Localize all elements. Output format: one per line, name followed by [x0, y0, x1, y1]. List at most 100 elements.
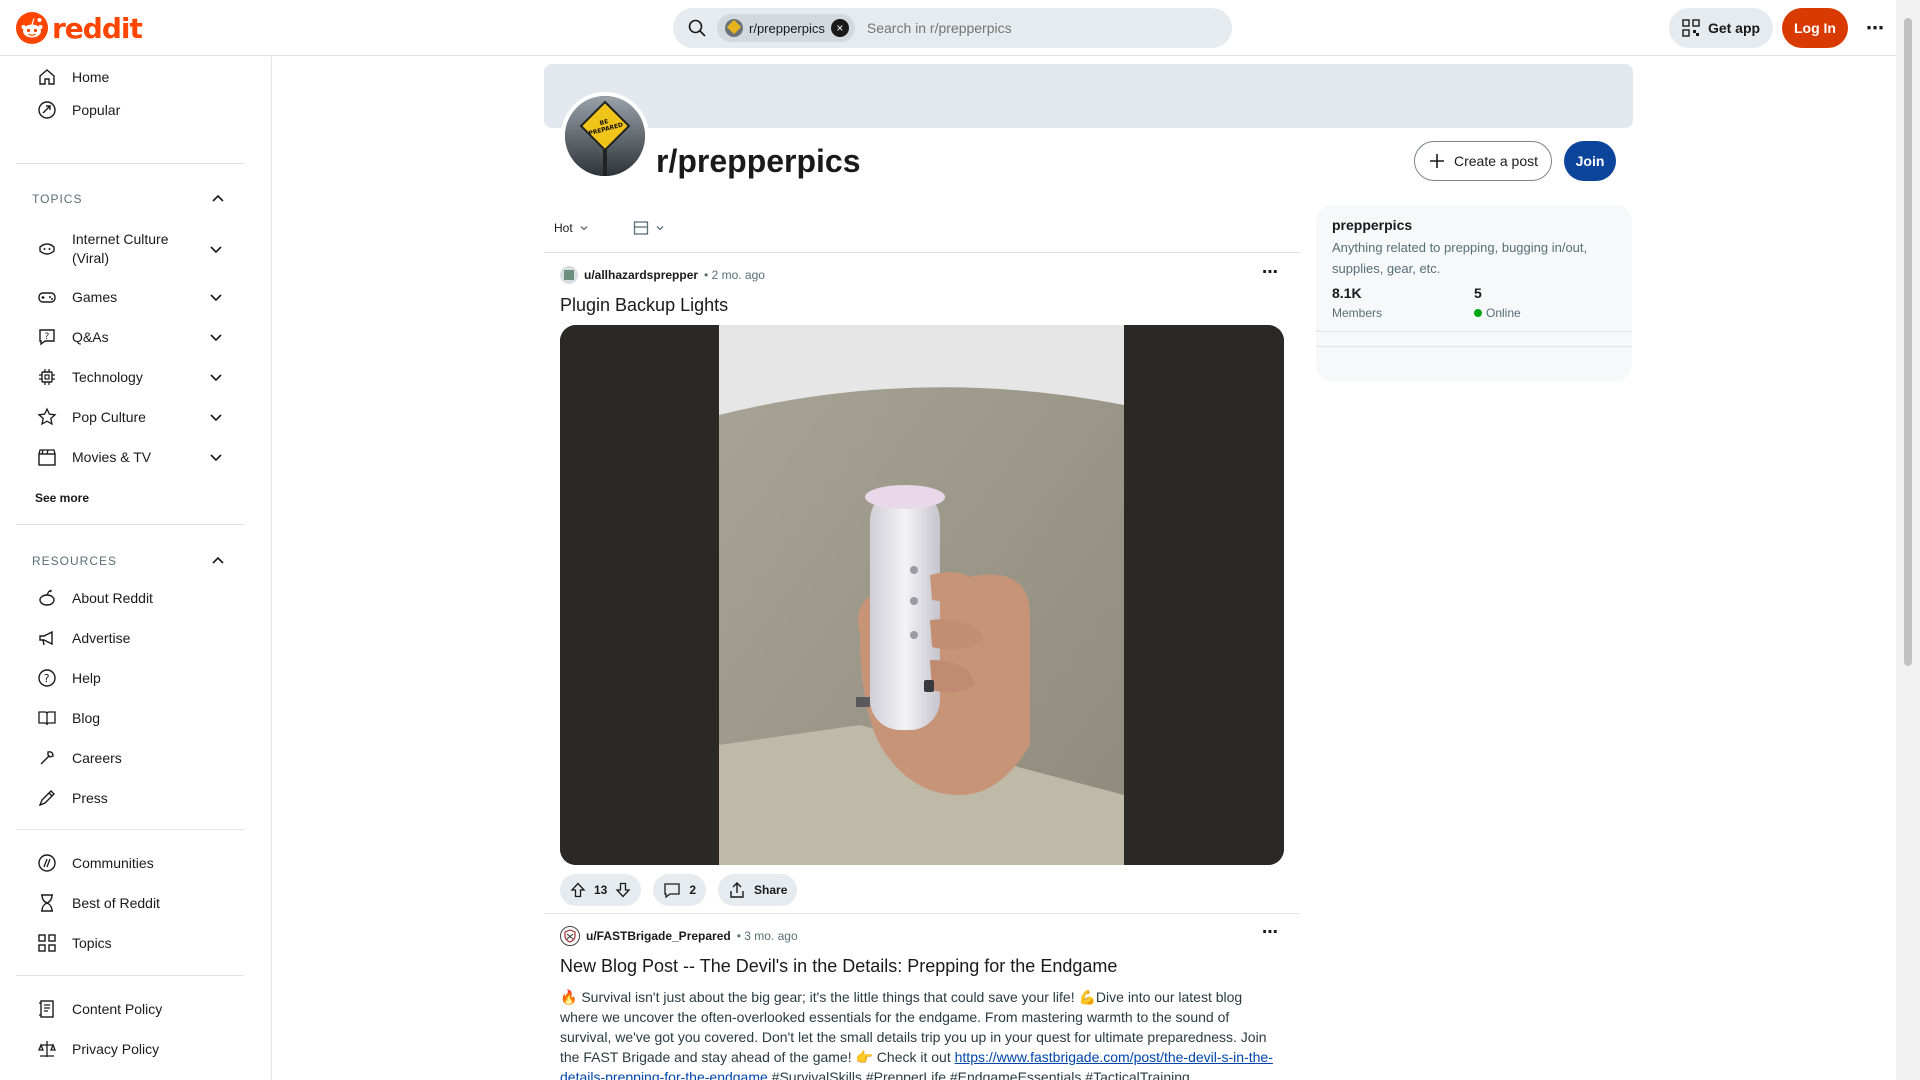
sidebar-item-press[interactable]: Press [16, 778, 244, 818]
feed-divider [544, 252, 1300, 253]
search-scope-chip[interactable]: r/prepperpics × [717, 14, 855, 42]
resources-section-title: RESOURCES [32, 554, 118, 568]
post-body: 🔥 Survival isn't just about the big gear… [560, 987, 1284, 1080]
sidebar-item-internet-culture[interactable]: Internet Culture (Viral) [16, 224, 244, 274]
sidebar-item-topics[interactable]: Topics [16, 923, 244, 963]
chevron-down-icon[interactable] [208, 329, 224, 345]
see-more-link[interactable]: See more [35, 491, 89, 505]
sidebar-item-help[interactable]: ? Help [16, 658, 244, 698]
subreddit-mini-avatar [725, 19, 743, 37]
sort-label: Hot [554, 221, 573, 235]
sidebar-item-technology[interactable]: Technology [16, 357, 244, 397]
join-button[interactable]: Join [1564, 141, 1616, 181]
vote-control: 13 [560, 874, 642, 906]
reddit-snoo-icon [16, 12, 48, 44]
sidebar-item-advertise[interactable]: Advertise [16, 618, 244, 658]
sidebar-item-label: Communities [72, 855, 154, 871]
sidebar-item-pop-culture[interactable]: Pop Culture [16, 397, 244, 437]
sort-dropdown[interactable]: Hot [544, 216, 599, 240]
sidebar-item-label: Q&As [72, 329, 109, 345]
share-label: Share [754, 883, 788, 897]
sidebar-item-qas[interactable]: ? Q&As [16, 317, 244, 357]
feed-divider [544, 913, 1300, 914]
chevron-down-icon[interactable] [208, 449, 224, 465]
sidebar-item-label: Best of Reddit [72, 895, 160, 911]
chevron-up-icon[interactable] [210, 553, 226, 569]
upvote-icon[interactable] [570, 882, 586, 898]
chevron-down-icon[interactable] [208, 369, 224, 385]
subreddit-avatar[interactable]: BE PREPARED [561, 92, 649, 180]
content-policy-icon [36, 998, 58, 1020]
qa-icon: ? [36, 326, 58, 348]
sort-bar: Hot [544, 216, 675, 240]
sidebar-item-privacy-policy[interactable]: Privacy Policy [16, 1029, 244, 1069]
games-icon [36, 286, 58, 308]
post-title[interactable]: Plugin Backup Lights [560, 295, 728, 316]
search-bar[interactable]: r/prepperpics × [673, 8, 1232, 48]
post-meta: u/allhazardsprepper • 2 mo. ago [560, 266, 765, 284]
online-count: 5 [1474, 285, 1482, 301]
sidebar-item-about-reddit[interactable]: About Reddit [16, 578, 244, 618]
user-avatar[interactable] [560, 266, 578, 284]
chevron-up-icon[interactable] [210, 191, 226, 207]
sidebar-item-games[interactable]: Games [16, 277, 244, 317]
movies-tv-icon [36, 446, 58, 468]
downvote-icon[interactable] [615, 882, 631, 898]
card-view-icon [633, 221, 648, 235]
user-avatar[interactable] [560, 926, 580, 946]
chevron-down-icon[interactable] [208, 289, 224, 305]
view-mode-dropdown[interactable] [623, 216, 675, 240]
post-author[interactable]: u/allhazardsprepper [584, 268, 698, 282]
chevron-down-icon[interactable] [208, 409, 224, 425]
popular-icon [36, 99, 58, 121]
create-post-button[interactable]: Create a post [1414, 141, 1552, 181]
comment-count: 2 [689, 883, 697, 897]
sidebar-item-content-policy[interactable]: Content Policy [16, 989, 244, 1029]
subreddit-title: r/prepperpics [656, 143, 861, 179]
topics-icon [36, 932, 58, 954]
sidebar-item-label: Topics [72, 935, 112, 951]
sidebar-item-label: Blog [72, 710, 101, 726]
search-input[interactable] [866, 20, 1207, 36]
page-scrollbar[interactable] [1896, 0, 1920, 1080]
post-time: • 3 mo. ago [736, 929, 798, 943]
sidebar-item-label: Content Policy [72, 1001, 163, 1017]
sidebar-item-best-of-reddit[interactable]: Best of Reddit [16, 883, 244, 923]
post-more-icon[interactable]: ⋯ [1262, 262, 1278, 282]
topics-section-title: TOPICS [32, 192, 83, 206]
login-button[interactable]: Log In [1782, 8, 1848, 48]
sidebar-item-label: Privacy Policy [72, 1041, 160, 1057]
topic-label-line-2: (Viral) [72, 250, 110, 266]
sidebar-item-careers[interactable]: Careers [16, 738, 244, 778]
careers-icon [36, 747, 58, 769]
top-header: reddit r/prepperpics × Get app Log In ⋯ [0, 0, 1896, 56]
clear-scope-icon[interactable]: × [830, 19, 849, 37]
sidebar-item-blog[interactable]: Blog [16, 698, 244, 738]
share-button[interactable]: Share [718, 874, 798, 906]
post-actions: 13 2 Share [560, 874, 798, 906]
scrollbar-thumb[interactable] [1904, 18, 1912, 666]
sidebar-divider [16, 524, 244, 525]
sidebar-divider [16, 829, 244, 830]
post-author[interactable]: u/FASTBrigade_Prepared [586, 929, 731, 943]
card-divider [1316, 346, 1632, 347]
community-name: prepperpics [1332, 217, 1413, 233]
comments-button[interactable]: 2 [653, 874, 707, 906]
about-reddit-icon [36, 587, 58, 609]
community-description: Anything related to prepping, bugging in… [1332, 240, 1588, 276]
chevron-down-icon[interactable] [208, 241, 224, 257]
sidebar-item-popular[interactable]: Popular [16, 90, 244, 130]
get-app-button[interactable]: Get app [1669, 8, 1773, 48]
sidebar-item-label: Movies & TV [72, 449, 152, 465]
vote-count: 13 [594, 883, 608, 897]
sidebar-item-communities[interactable]: Communities [16, 843, 244, 883]
members-count: 8.1K [1332, 285, 1362, 301]
sidebar-item-movies-tv[interactable]: Movies & TV [16, 437, 244, 477]
more-options-icon[interactable]: ⋯ [1862, 18, 1888, 38]
search-chip-label: r/prepperpics [749, 20, 825, 36]
sidebar-item-label: Games [72, 289, 118, 305]
post-image[interactable] [560, 325, 1284, 865]
reddit-logo[interactable]: reddit [16, 12, 143, 45]
post-title[interactable]: New Blog Post -- The Devil's in the Deta… [560, 956, 1117, 977]
post-more-icon[interactable]: ⋯ [1262, 922, 1278, 942]
